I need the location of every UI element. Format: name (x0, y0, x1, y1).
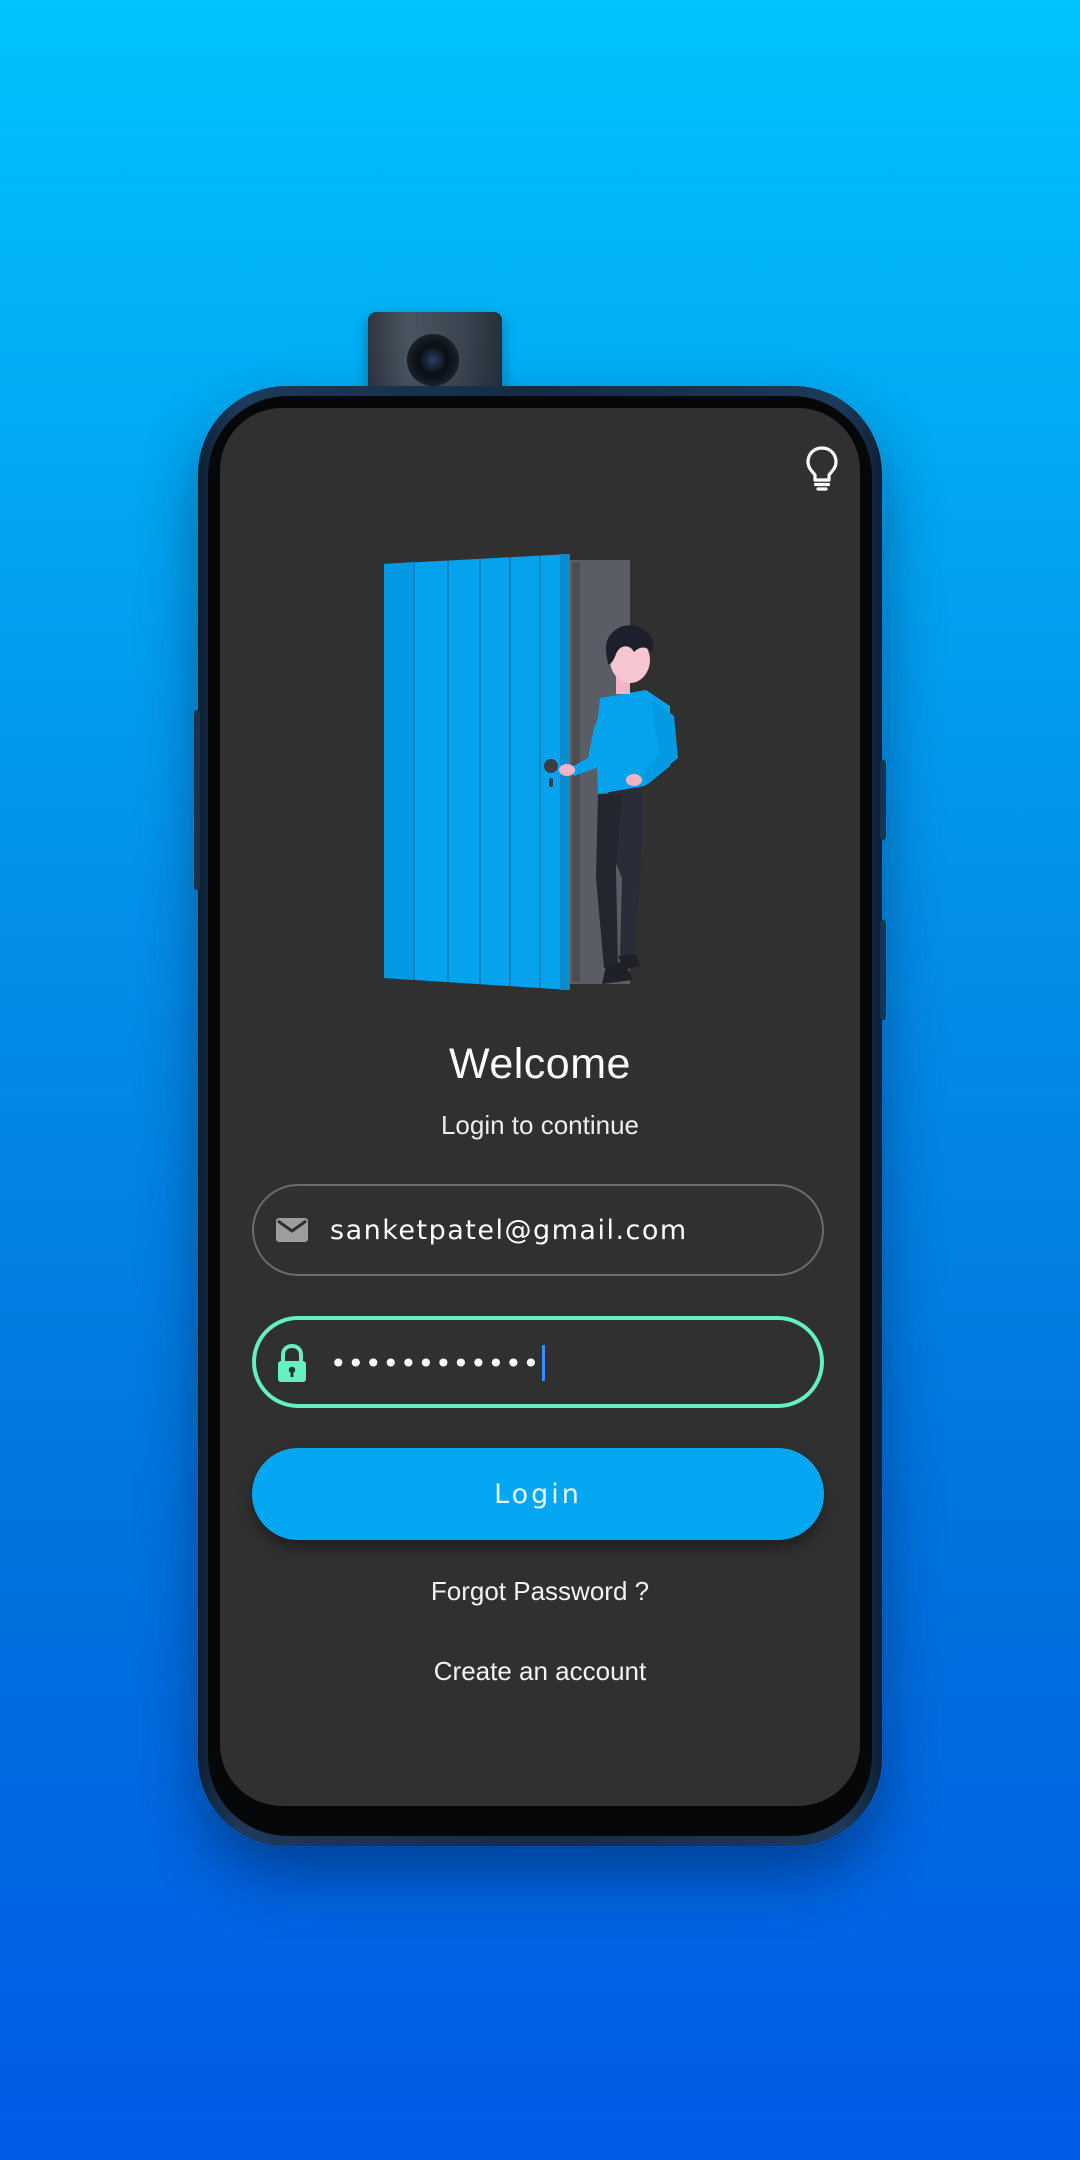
login-button[interactable]: Login (252, 1448, 824, 1540)
door-illustration (384, 548, 714, 1008)
lightbulb-icon[interactable] (804, 444, 840, 492)
email-field[interactable] (252, 1184, 824, 1276)
lock-icon (274, 1343, 310, 1382)
create-account-link[interactable]: Create an account (220, 1656, 860, 1687)
welcome-title: Welcome (449, 1040, 631, 1088)
welcome-subtitle: Login to continue (440, 1110, 640, 1140)
camera-lens (407, 334, 459, 386)
mail-icon (274, 1212, 310, 1248)
password-field[interactable]: •••••••••••• (252, 1316, 824, 1408)
forgot-password-link[interactable]: Forgot Password ? (220, 1576, 860, 1607)
power-button (194, 710, 200, 890)
text-caret (542, 1345, 546, 1381)
password-masked-value: •••••••••••• (330, 1347, 541, 1380)
side-key (880, 920, 886, 1020)
popup-camera (368, 312, 502, 390)
password-input[interactable]: •••••••••••• (330, 1344, 546, 1384)
email-input[interactable] (330, 1186, 800, 1274)
app-screen: Welcome Login to continue •••••••••••• L… (220, 408, 860, 1806)
volume-button (880, 760, 886, 840)
